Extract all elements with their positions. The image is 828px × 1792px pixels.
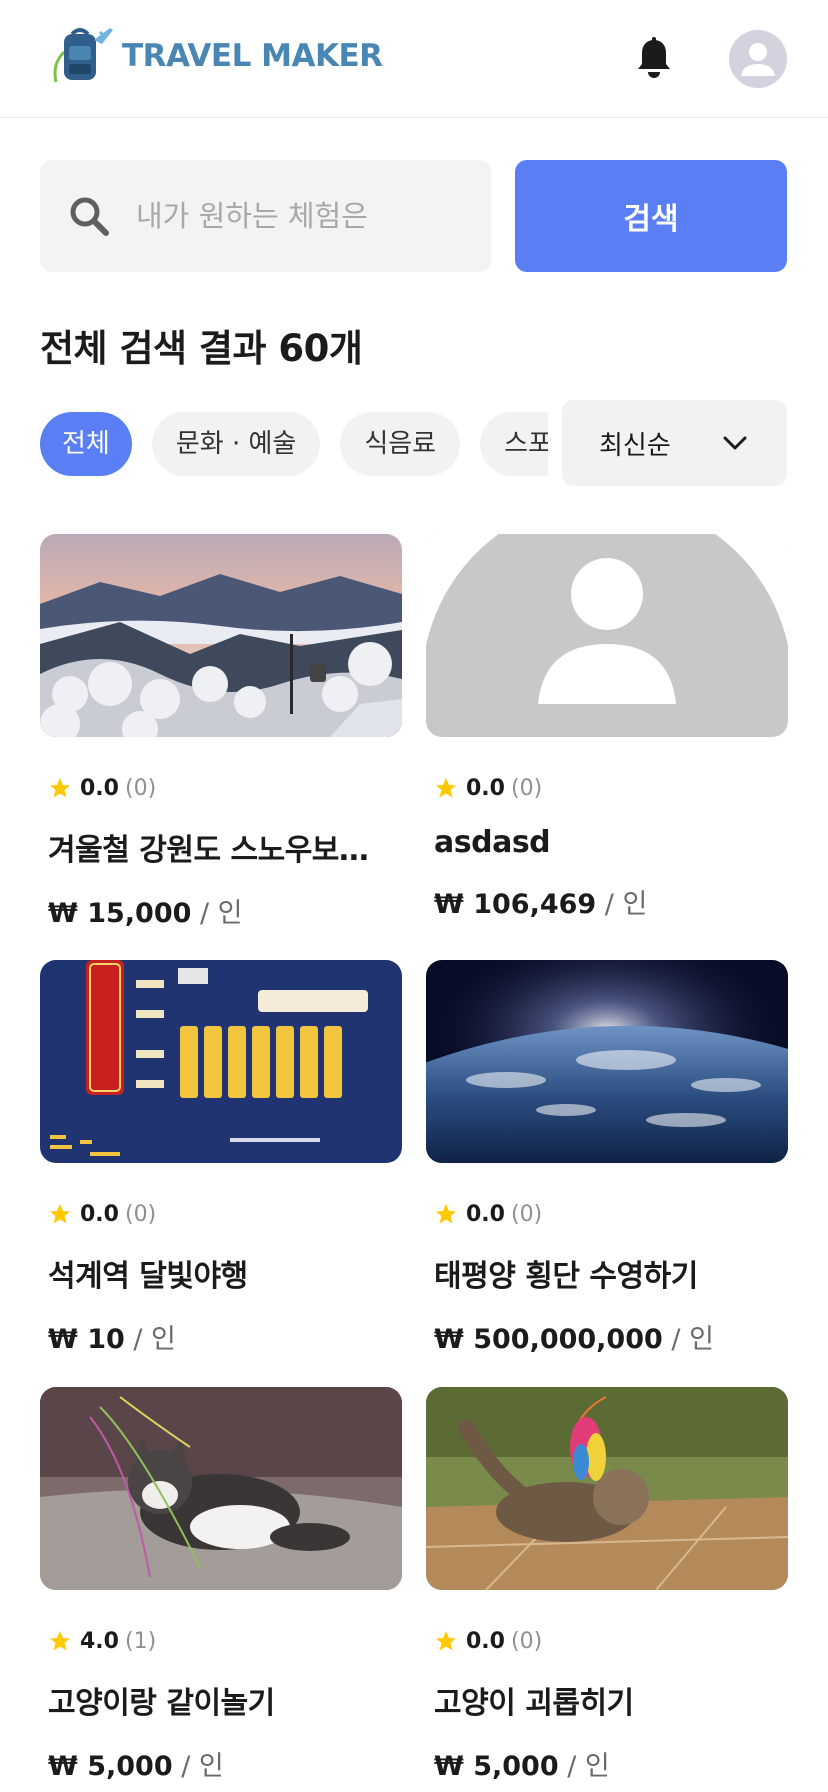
price-unit: / 인 xyxy=(567,1751,610,1782)
category-chips: 전체 문화 · 예술 식음료 스포츠 xyxy=(40,412,548,476)
earth-from-space-image xyxy=(426,960,788,1163)
user-avatar[interactable] xyxy=(729,30,787,88)
star-icon xyxy=(50,1204,70,1224)
star-icon xyxy=(50,778,70,798)
currency-symbol: ₩ xyxy=(434,1751,464,1782)
bell-icon[interactable] xyxy=(634,36,674,80)
card-title[interactable]: 태평양 횡단 수영하기 xyxy=(434,1251,774,1295)
price-unit: / 인 xyxy=(604,889,648,920)
card-price: ₩ 500,000,000 / 인 xyxy=(434,1317,788,1356)
card-title[interactable]: 석계역 달빛야행 xyxy=(48,1251,388,1295)
sort-dropdown[interactable]: 최신순 xyxy=(562,400,787,486)
price-unit: / 인 xyxy=(181,1751,224,1782)
search-input[interactable] xyxy=(136,199,466,233)
card-price: ₩ 15,000 / 인 xyxy=(48,891,402,930)
card-price: ₩ 5,000 / 인 xyxy=(434,1744,788,1783)
chip-food-beverage[interactable]: 식음료 xyxy=(340,412,461,476)
price-amount: 5,000 xyxy=(87,1751,173,1782)
price-amount: 500,000,000 xyxy=(473,1324,663,1355)
search-result-count: 전체 검색 결과 60개 xyxy=(40,327,363,370)
chip-all[interactable]: 전체 xyxy=(40,412,132,476)
experience-card[interactable]: 0.0 (0) 석계역 달빛야행 ₩ 10 / 인 xyxy=(40,960,402,1356)
logo[interactable]: TRAVEL MAKER xyxy=(50,24,383,88)
review-count: (0) xyxy=(510,1628,543,1654)
chip-culture-art[interactable]: 문화 · 예술 xyxy=(151,412,321,476)
card-price: ₩ 106,469 / 인 xyxy=(434,882,788,921)
card-image[interactable] xyxy=(40,534,402,737)
review-count: (0) xyxy=(124,1201,157,1227)
card-rating: 0.0 (0) xyxy=(434,1199,788,1229)
default-profile-image xyxy=(426,534,788,737)
experience-card[interactable]: 0.0 (0) 고양이 괴롭히기 ₩ 5,000 / 인 xyxy=(426,1387,788,1783)
experience-card[interactable]: 4.0 (1) 고양이랑 같이놀기 ₩ 5,000 / 인 xyxy=(40,1387,402,1783)
price-unit: / 인 xyxy=(133,1324,176,1355)
card-rating: 0.0 (0) xyxy=(48,1199,402,1229)
star-icon xyxy=(436,1204,456,1224)
card-rating: 0.0 (0) xyxy=(434,1626,788,1656)
search-button[interactable]: 검색 xyxy=(515,160,787,272)
star-icon xyxy=(50,1631,70,1651)
card-price: ₩ 5,000 / 인 xyxy=(48,1744,402,1783)
price-amount: 15,000 xyxy=(87,898,192,929)
backpack-plane-logo-icon xyxy=(53,28,113,83)
star-icon xyxy=(436,1631,456,1651)
chevron-down-icon xyxy=(723,436,747,450)
price-amount: 106,469 xyxy=(473,889,597,920)
night-market-poster-image xyxy=(40,960,402,1163)
rating-value: 0.0 xyxy=(80,775,119,801)
price-amount: 10 xyxy=(87,1324,125,1355)
chip-sports[interactable]: 스포츠 xyxy=(480,412,548,476)
card-title[interactable]: 고양이 괴롭히기 xyxy=(434,1678,774,1722)
app-header: TRAVEL MAKER xyxy=(0,0,828,118)
card-rating: 0.0 (0) xyxy=(434,773,788,803)
review-count: (0) xyxy=(510,1201,543,1227)
card-price: ₩ 10 / 인 xyxy=(48,1317,402,1356)
currency-symbol: ₩ xyxy=(434,889,464,920)
card-image[interactable] xyxy=(426,534,788,737)
search-box xyxy=(40,160,491,272)
kitten-playing-image xyxy=(40,1387,402,1590)
experience-card[interactable]: 0.0 (0) 겨울철 강원도 스노우보드 체험 ₩ 15,000 / 인 xyxy=(40,534,402,930)
card-image[interactable] xyxy=(426,1387,788,1590)
price-unit: / 인 xyxy=(671,1324,714,1355)
user-avatar-icon xyxy=(729,30,787,88)
price-amount: 5,000 xyxy=(473,1751,559,1782)
card-title[interactable]: asdasd xyxy=(434,825,774,860)
search-icon xyxy=(70,197,109,236)
card-rating: 4.0 (1) xyxy=(48,1626,402,1656)
snowy-mountain-image xyxy=(40,534,402,737)
currency-symbol: ₩ xyxy=(48,898,78,929)
card-image[interactable] xyxy=(426,960,788,1163)
kitten-feather-toy-image xyxy=(426,1387,788,1590)
experience-card[interactable]: 0.0 (0) 태평양 횡단 수영하기 ₩ 500,000,000 / 인 xyxy=(426,960,788,1356)
card-title[interactable]: 겨울철 강원도 스노우보드 체험 xyxy=(48,825,388,869)
currency-symbol: ₩ xyxy=(48,1751,78,1782)
review-count: (1) xyxy=(124,1628,157,1654)
price-unit: / 인 xyxy=(200,898,243,929)
card-image[interactable] xyxy=(40,1387,402,1590)
rating-value: 4.0 xyxy=(80,1628,119,1654)
currency-symbol: ₩ xyxy=(434,1324,464,1355)
logo-text: TRAVEL MAKER xyxy=(122,38,383,74)
review-count: (0) xyxy=(510,775,543,801)
card-image[interactable] xyxy=(40,960,402,1163)
rating-value: 0.0 xyxy=(80,1201,119,1227)
rating-value: 0.0 xyxy=(466,1628,505,1654)
currency-symbol: ₩ xyxy=(48,1324,78,1355)
star-icon xyxy=(436,778,456,798)
rating-value: 0.0 xyxy=(466,1201,505,1227)
experience-card[interactable]: 0.0 (0) asdasd ₩ 106,469 / 인 xyxy=(426,534,788,921)
rating-value: 0.0 xyxy=(466,775,505,801)
card-title[interactable]: 고양이랑 같이놀기 xyxy=(48,1678,388,1722)
sort-selected-label: 최신순 xyxy=(599,430,671,461)
review-count: (0) xyxy=(124,775,157,801)
card-rating: 0.0 (0) xyxy=(48,773,402,803)
